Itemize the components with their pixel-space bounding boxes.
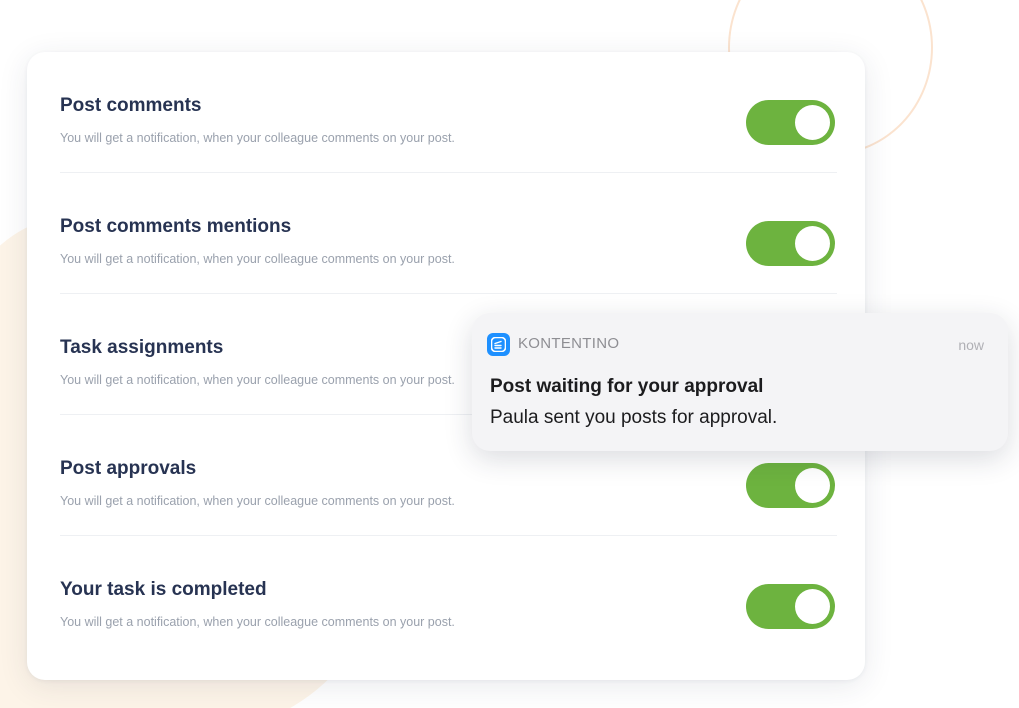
setting-title: Task assignments [60,337,224,358]
setting-title: Post comments [60,95,202,116]
notification-time: now [958,337,984,353]
setting-description: You will get a notification, when your c… [60,615,455,629]
setting-title: Post approvals [60,458,197,479]
setting-title: Post comments mentions [60,216,292,237]
setting-row-task-completed: Your task is completed You will get a no… [60,536,837,657]
notification-app-name: KONTENTINO [518,335,620,352]
kontentino-app-icon [487,333,510,356]
setting-description: You will get a notification, when your c… [60,373,455,387]
push-notification[interactable]: KONTENTINO now Post waiting for your app… [472,313,1008,451]
toggle-knob [795,105,830,140]
notification-body: Paula sent you posts for approval. [490,407,778,428]
setting-row-post-comments-mentions: Post comments mentions You will get a no… [60,173,837,294]
task-completed-toggle[interactable] [746,584,835,629]
setting-description: You will get a notification, when your c… [60,252,455,266]
toggle-knob [795,468,830,503]
toggle-knob [795,589,830,624]
post-comments-toggle[interactable] [746,100,835,145]
toggle-knob [795,226,830,261]
setting-row-post-comments: Post comments You will get a notificatio… [60,52,837,173]
post-approvals-toggle[interactable] [746,463,835,508]
notification-title: Post waiting for your approval [490,376,764,397]
post-comments-mentions-toggle[interactable] [746,221,835,266]
setting-description: You will get a notification, when your c… [60,131,455,145]
setting-description: You will get a notification, when your c… [60,494,455,508]
setting-title: Your task is completed [60,579,267,600]
